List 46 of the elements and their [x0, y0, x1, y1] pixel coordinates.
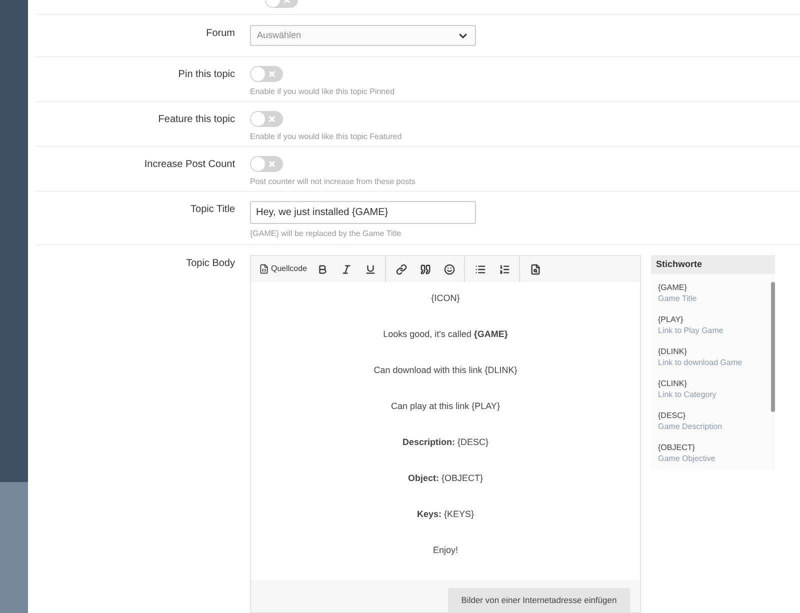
bold-icon	[316, 264, 328, 274]
keyword-item[interactable]: {OBJECT} Game Objective	[658, 442, 768, 464]
body-text: Can play at this link {PLAY}	[391, 400, 500, 413]
italic-icon	[340, 264, 352, 274]
bulleted-list-icon	[474, 264, 486, 274]
x-icon	[269, 161, 275, 167]
body-text: Object: {OBJECT}	[408, 472, 484, 485]
keywords-header: Stichworte	[651, 255, 775, 274]
field-label: Topic Body	[186, 258, 235, 269]
keyword-item[interactable]: {PLAY} Link to Play Game	[658, 314, 768, 336]
help-text: Post counter will not increase from these posts	[250, 176, 416, 188]
field-label: Increase Post Count	[144, 159, 235, 170]
body-text: Description: {DESC}	[402, 436, 489, 449]
keyword-item[interactable]: {DLINK} Link to download Game	[658, 346, 768, 368]
smiley-icon	[444, 264, 455, 274]
numbered-list-icon	[498, 264, 510, 274]
body-text: Enjoy!	[432, 544, 458, 557]
field-label: Topic Title	[190, 204, 235, 215]
source-button[interactable]: Quellcode	[257, 259, 310, 279]
body-text: Keys: {KEYS}	[416, 508, 474, 521]
x-icon	[269, 116, 275, 122]
field-label: Pin this topic	[178, 69, 235, 80]
link-icon	[396, 264, 407, 274]
field-label: Forum	[206, 28, 235, 39]
toggle-switch[interactable]	[250, 66, 283, 82]
underline-icon	[364, 264, 376, 274]
x-icon	[269, 71, 275, 77]
field-label: Feature this topic	[158, 114, 235, 125]
toggle-switch[interactable]	[250, 156, 283, 172]
quote-icon	[420, 264, 431, 274]
body-text: {ICON}	[431, 292, 460, 305]
topic-title-input[interactable]: Hey, we just installed {GAME}	[250, 201, 476, 224]
help-text: Enable if you would like this topic Pinned	[250, 86, 395, 98]
preview-icon	[530, 264, 541, 274]
keyword-item[interactable]: {DESC} Game Description	[658, 410, 768, 432]
body-text: Can download with this link {DLINK}	[374, 364, 518, 377]
code-file-icon	[259, 264, 269, 274]
keyword-item[interactable]: {CLINK} Link to Category	[658, 378, 768, 400]
insert-image-url-button[interactable]: Bilder von einer Internetadresse einfügen	[448, 588, 630, 612]
scrollbar-thumb[interactable]	[771, 282, 775, 412]
forum-select[interactable]: Auswählen	[250, 25, 476, 46]
help-text: {GAME} will be replaced by the Game Title	[250, 228, 402, 240]
body-text: Looks good, it's called {GAME}	[383, 328, 508, 341]
help-text: Enable if you would like this topic Featured	[250, 131, 402, 143]
toggle-switch[interactable]	[250, 111, 283, 127]
keyword-item[interactable]: {GAME} Game Title	[658, 282, 768, 304]
